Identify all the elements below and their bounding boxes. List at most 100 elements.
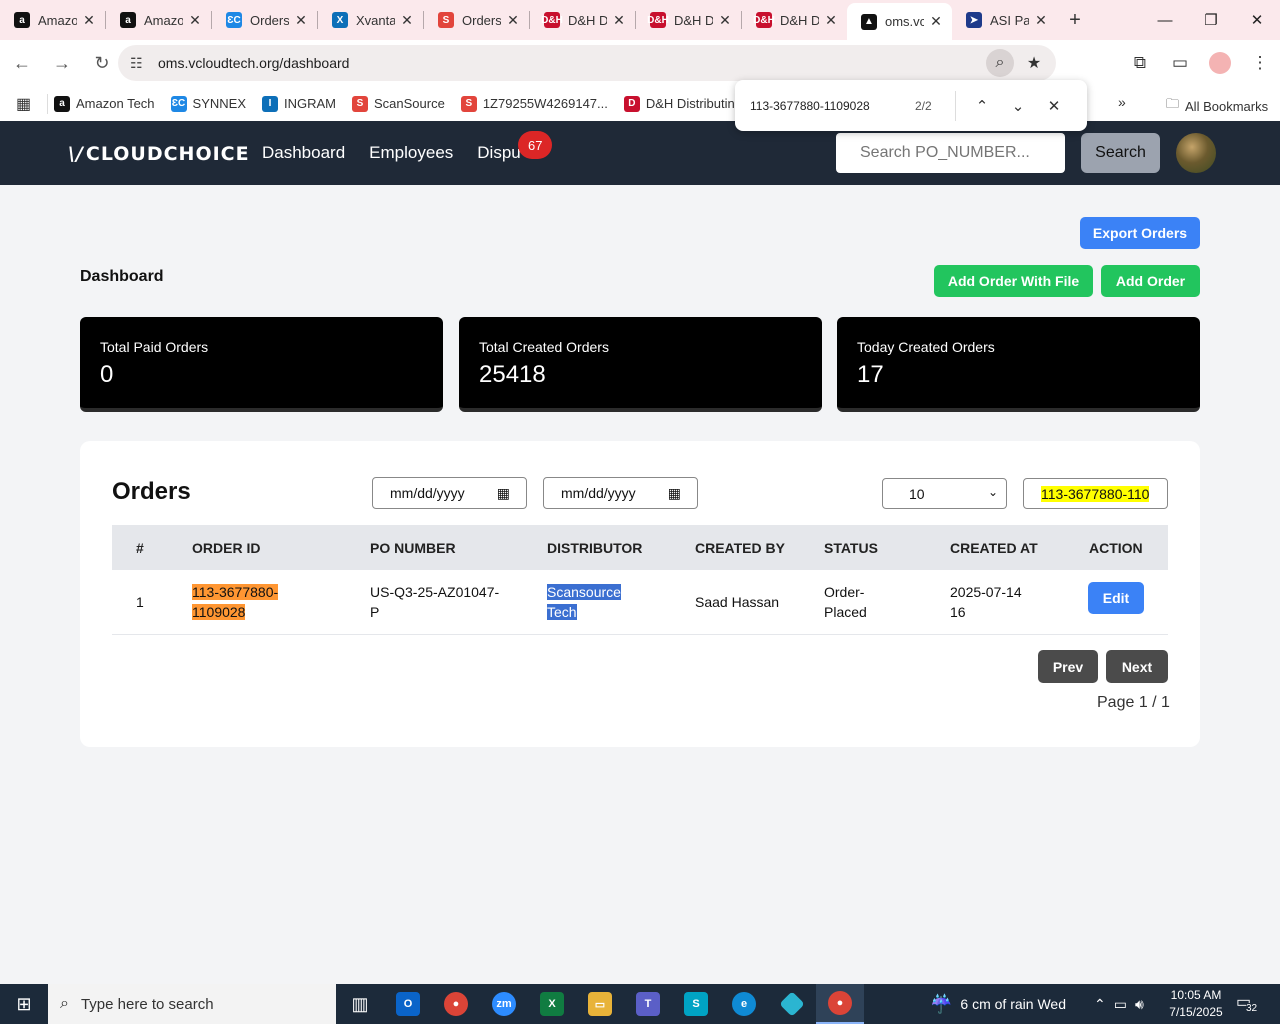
reading-mode-icon[interactable]: ▭	[1160, 40, 1200, 86]
export-orders-button[interactable]: Export Orders	[1080, 217, 1200, 249]
profile-avatar[interactable]	[1200, 40, 1240, 86]
bookmark-item[interactable]: D D&H Distributing	[623, 95, 742, 112]
windows-start-icon[interactable]: ⊞	[0, 984, 48, 1024]
bookmark-star-icon[interactable]: ★	[1020, 49, 1048, 77]
weather-widget[interactable]: ☔ 6 cm of rain Wed	[930, 984, 1066, 1024]
search-button[interactable]: Search	[1081, 133, 1160, 173]
close-window-icon[interactable]: ✕	[1234, 0, 1280, 40]
find-prev-icon[interactable]: ⌃	[964, 88, 1000, 124]
find-input[interactable]: 113-3677880-1109028	[750, 99, 915, 113]
taskbar-search[interactable]: ⌕ Type here to search	[48, 984, 336, 1024]
date-from-input[interactable]: mm/dd/yyyy ▦	[372, 477, 527, 509]
volume-icon[interactable]: 🔊︎	[1135, 996, 1144, 1013]
nav-dashboard[interactable]: Dashboard	[262, 143, 345, 163]
find-count: 2/2	[915, 98, 932, 113]
browser-tab[interactable]: X Xvanta ✕	[318, 3, 423, 37]
bookmark-item[interactable]: ƐC SYNNEX	[170, 95, 246, 112]
more-bookmarks-icon[interactable]: »	[1118, 94, 1126, 110]
excel-icon[interactable]: X	[528, 984, 576, 1024]
nav-employees[interactable]: Employees	[369, 143, 453, 163]
close-tab-icon[interactable]: ✕	[293, 12, 309, 29]
date-to-input[interactable]: mm/dd/yyyy ▦	[543, 477, 698, 509]
bookmark-label: 1Z79255W4269147...	[482, 96, 608, 111]
stat-label: Total Created Orders	[479, 339, 609, 355]
chrome-icon[interactable]: ●	[432, 984, 480, 1024]
tab-label: Xvanta	[356, 12, 395, 28]
user-avatar[interactable]	[1176, 133, 1216, 173]
back-icon[interactable]: ←	[4, 45, 40, 81]
site-info-icon[interactable]: ☷	[130, 55, 154, 72]
browser-tab[interactable]: D&H D&H D ✕	[636, 3, 741, 37]
reload-icon[interactable]: ↻	[84, 45, 120, 81]
dh-icon: D&H	[647, 12, 669, 28]
teams-icon[interactable]: T	[624, 984, 672, 1024]
close-tab-icon[interactable]: ✕	[823, 12, 839, 29]
file-explorer-icon[interactable]: ▭	[576, 984, 624, 1024]
browser-tab[interactable]: D&H D&H D ✕	[530, 3, 635, 37]
distributor-line1: Scansource	[547, 584, 621, 600]
close-tab-icon[interactable]: ✕	[187, 12, 203, 29]
close-tab-icon[interactable]: ✕	[1033, 12, 1049, 29]
find-close-icon[interactable]: ✕	[1036, 88, 1072, 124]
find-next-icon[interactable]: ⌄	[1000, 88, 1036, 124]
bookmark-item[interactable]: S ScanSource	[352, 95, 445, 112]
bookmark-item[interactable]: S 1Z79255W4269147...	[460, 95, 608, 112]
bookmark-item[interactable]: I INGRAM	[262, 95, 336, 112]
po-search-input[interactable]	[836, 133, 1065, 173]
app-diamond-icon[interactable]	[768, 984, 816, 1024]
outlook-icon[interactable]: O	[384, 984, 432, 1024]
browser-tab[interactable]: ➤ ASI Pa ✕	[952, 3, 1057, 37]
notification-count: 32	[1246, 1003, 1258, 1014]
minimize-icon[interactable]: —	[1142, 0, 1188, 40]
restore-icon[interactable]: ❐	[1188, 0, 1234, 40]
all-bookmarks[interactable]: 🗀 All Bookmarks	[1166, 95, 1268, 117]
browser-tab[interactable]: a Amazo ✕	[106, 3, 211, 37]
close-tab-icon[interactable]: ✕	[717, 12, 733, 29]
close-tab-icon[interactable]: ✕	[399, 12, 415, 29]
menu-icon[interactable]: ⋮	[1240, 40, 1280, 86]
nav-disputes[interactable]: Dispu 67	[477, 131, 553, 163]
browser-tab[interactable]: D&H D&H D ✕	[742, 3, 847, 37]
clock[interactable]: 10:05 AM 7/15/2025	[1166, 987, 1226, 1021]
browser-tab[interactable]: a Amazo ✕	[0, 3, 105, 37]
close-tab-icon[interactable]: ✕	[611, 12, 627, 29]
logo[interactable]: \/CLOUDCHOICE	[68, 143, 250, 165]
network-icon[interactable]: ▭	[1114, 996, 1127, 1013]
browser-tab[interactable]: ▲ oms.vc ✕	[847, 3, 952, 40]
apps-grid-icon[interactable]: ▦	[0, 93, 48, 114]
add-order-button[interactable]: Add Order	[1101, 265, 1200, 297]
browser-tab[interactable]: ƐC Orders ✕	[212, 3, 317, 37]
asi-icon: ➤	[966, 12, 982, 28]
bookmark-item[interactable]: a Amazon Tech	[54, 95, 155, 112]
edit-button[interactable]: Edit	[1088, 582, 1144, 614]
bookmark-favicon-icon: a	[54, 95, 70, 112]
filter-value: 113-3677880-110	[1041, 485, 1150, 502]
chevron-up-icon[interactable]: ⌃	[1094, 996, 1106, 1013]
calendar-icon[interactable]: ▦	[497, 485, 510, 502]
find-in-page-icon[interactable]: ⌕	[986, 49, 1014, 77]
close-tab-icon[interactable]: ✕	[505, 12, 521, 29]
edge-icon[interactable]: e	[720, 984, 768, 1024]
task-view-icon[interactable]: ▥	[336, 984, 384, 1024]
app-s-icon[interactable]: S	[672, 984, 720, 1024]
chrome-active-icon[interactable]: ●	[816, 984, 864, 1024]
next-page-button[interactable]: Next	[1106, 650, 1168, 683]
bookmark-favicon-icon: I	[262, 95, 278, 112]
bookmark-label: INGRAM	[284, 96, 336, 111]
page-size-select[interactable]: 10 ⌄	[882, 478, 1007, 509]
created-at-line2: 16	[950, 604, 966, 620]
browser-tab[interactable]: S Orders ✕	[424, 3, 529, 37]
extensions-icon[interactable]: ⧉	[1120, 40, 1160, 86]
clock-date: 7/15/2025	[1169, 1005, 1223, 1019]
order-filter-input[interactable]: 113-3677880-110	[1023, 478, 1168, 509]
forward-icon[interactable]: →	[44, 45, 80, 81]
close-tab-icon[interactable]: ✕	[81, 12, 97, 29]
calendar-icon[interactable]: ▦	[668, 485, 681, 502]
close-tab-icon[interactable]: ✕	[928, 13, 944, 30]
prev-page-button[interactable]: Prev	[1038, 650, 1098, 683]
add-order-with-file-button[interactable]: Add Order With File	[934, 265, 1093, 297]
address-bar[interactable]: ☷ oms.vcloudtech.org/dashboard ⌕ ★	[118, 45, 1056, 81]
new-tab-button[interactable]: +	[1057, 3, 1093, 37]
zoom-icon[interactable]: zm	[480, 984, 528, 1024]
row-created-by: Saad Hassan	[695, 594, 780, 610]
